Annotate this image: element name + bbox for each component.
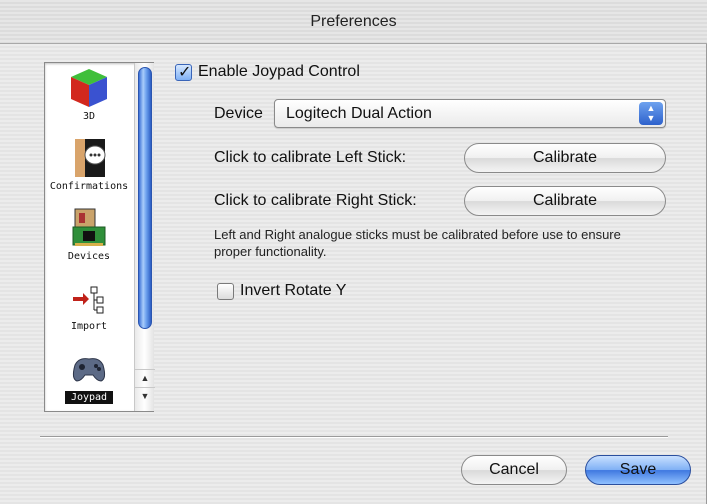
sidebar-item-joypad[interactable]: Joypad: [45, 345, 133, 415]
checkmark-icon: ✓: [178, 63, 192, 81]
category-sidebar: 3D Confirmations Devices Import Joypad ▲…: [44, 62, 155, 412]
device-select-value: Logitech Dual Action: [286, 105, 432, 122]
enable-joypad-label[interactable]: Enable Joypad Control: [198, 63, 360, 81]
scroll-up-arrow-icon[interactable]: ▲: [135, 369, 155, 385]
sidebar-item-label: Confirmations: [49, 181, 129, 192]
updown-arrows-icon: ▲ ▼: [639, 102, 663, 125]
enable-joypad-checkbox[interactable]: ✓: [175, 63, 192, 81]
circuit-board-icon: [69, 207, 109, 247]
device-label: Device: [214, 105, 263, 122]
sidebar-item-label: Devices: [67, 251, 111, 262]
scroll-down-arrow-icon[interactable]: ▼: [135, 387, 155, 403]
sidebar-item-devices[interactable]: Devices: [45, 205, 133, 275]
category-list: 3D Confirmations Devices Import Joypad: [45, 63, 133, 411]
device-select[interactable]: Logitech Dual Action ▲ ▼: [274, 99, 666, 128]
left-stick-label: Click to calibrate Left Stick:: [214, 149, 407, 166]
invert-rotate-row[interactable]: Invert Rotate Y: [217, 282, 346, 300]
window-title: Preferences: [310, 13, 397, 30]
footer-divider: [40, 436, 668, 438]
sidebar-item-3d[interactable]: 3D: [45, 65, 133, 135]
calibration-help-text: Left and Right analogue sticks must be c…: [214, 227, 621, 259]
sidebar-scrollbar[interactable]: ▲ ▼: [134, 63, 155, 411]
right-stick-label: Click to calibrate Right Stick:: [214, 192, 417, 209]
sidebar-item-label: Joypad: [65, 391, 113, 404]
sidebar-item-confirmations[interactable]: Confirmations: [45, 135, 133, 205]
scroll-thumb[interactable]: [138, 67, 152, 329]
title-bar[interactable]: Preferences: [0, 0, 707, 44]
gamepad-icon: [69, 347, 109, 387]
sidebar-item-label: Import: [70, 321, 108, 332]
sidebar-item-import[interactable]: Import: [45, 275, 133, 345]
enable-joypad-row[interactable]: ✓ Enable Joypad Control: [175, 63, 360, 81]
calibrate-left-button[interactable]: Calibrate: [464, 143, 666, 173]
cancel-button[interactable]: Cancel: [461, 455, 567, 485]
cube-icon: [69, 67, 109, 107]
invert-rotate-checkbox[interactable]: [217, 282, 234, 300]
invert-rotate-label[interactable]: Invert Rotate Y: [240, 282, 346, 300]
sidebar-item-label: 3D: [82, 111, 96, 122]
calibrate-right-button[interactable]: Calibrate: [464, 186, 666, 216]
speech-bubble-icon: [69, 137, 109, 177]
save-button[interactable]: Save: [585, 455, 691, 485]
import-tree-icon: [69, 277, 109, 317]
preferences-window: Preferences 3D Confirmations Devices Imp…: [0, 0, 707, 504]
